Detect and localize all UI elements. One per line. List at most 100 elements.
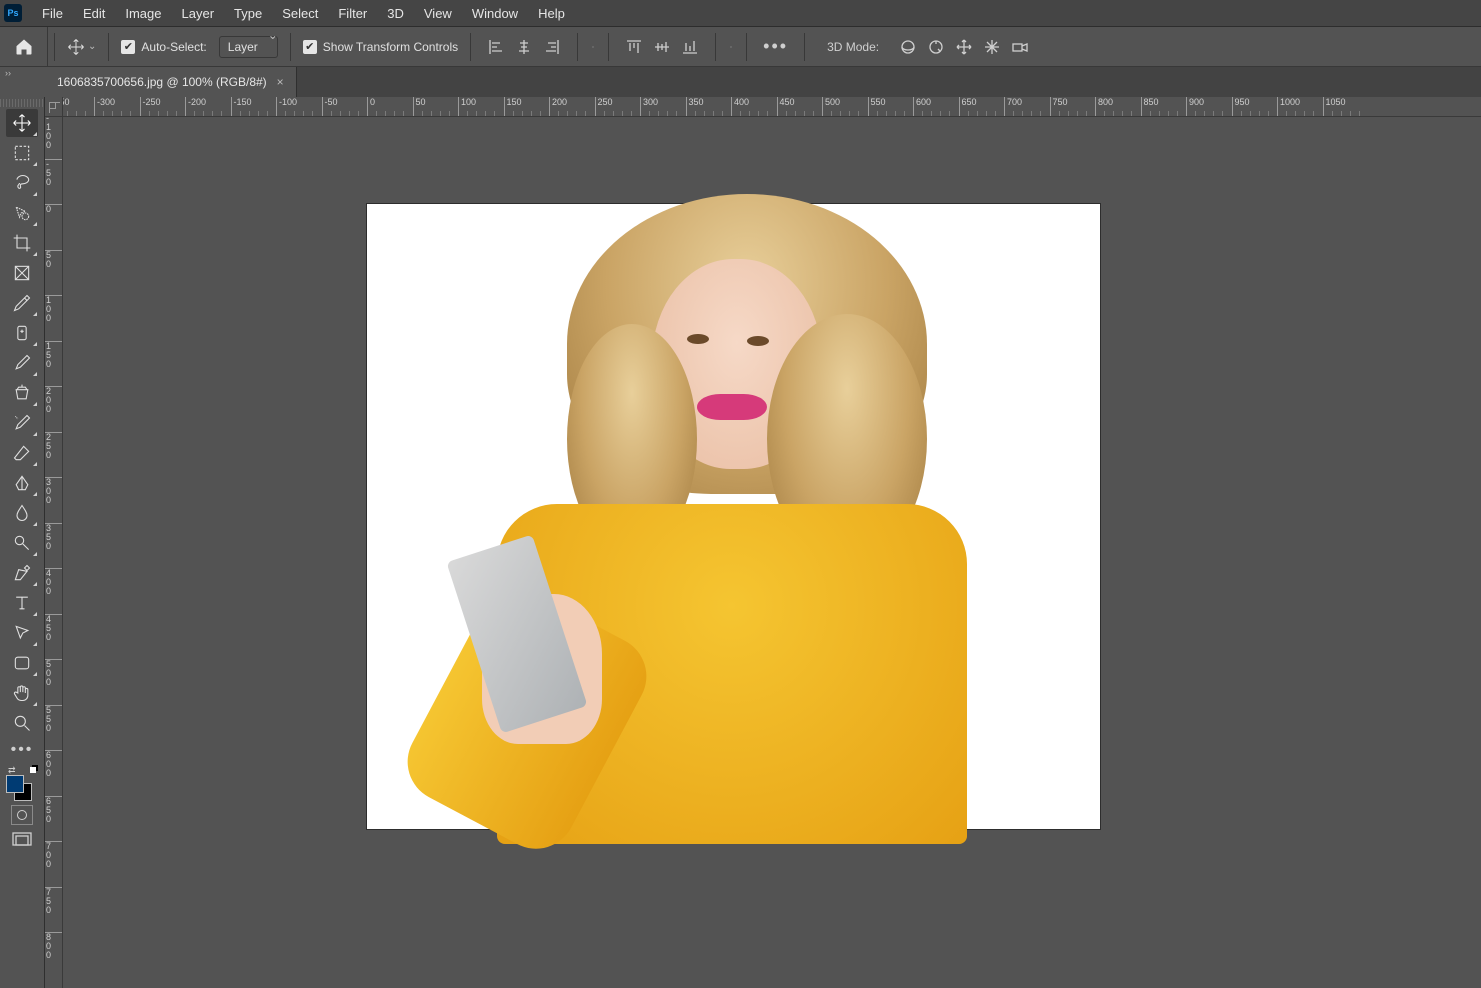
gradient-tool[interactable] <box>6 469 38 497</box>
options-bar: ⌄ ✔ Auto-Select: Layer ✔ Show Transform … <box>0 27 1481 67</box>
color-swatches[interactable]: ⇄ <box>6 765 38 799</box>
work-area: -350-300-250-200-150-100-500501001502002… <box>45 97 1481 988</box>
ruler-tick: 8 0 0 <box>45 932 63 960</box>
image-region-lips <box>697 394 767 420</box>
dodge-tool[interactable] <box>6 529 38 557</box>
align-left-icon[interactable] <box>487 38 505 56</box>
foreground-swatch[interactable] <box>6 775 24 793</box>
ruler-vertical[interactable]: - 1 0 0- 5 005 01 0 01 5 02 0 02 5 03 0 … <box>45 117 63 988</box>
photoshop-app-icon: Ps <box>4 4 22 22</box>
menu-layer[interactable]: Layer <box>172 0 225 27</box>
close-tab-button[interactable]: × <box>277 75 284 89</box>
clone-stamp-tool[interactable] <box>6 379 38 407</box>
separator <box>715 33 716 61</box>
menu-select[interactable]: Select <box>272 0 328 27</box>
document-canvas[interactable] <box>367 204 1100 829</box>
align-bottom-icon[interactable] <box>681 38 699 56</box>
healing-brush-tool[interactable] <box>6 319 38 347</box>
screen-mode-button[interactable] <box>9 829 35 851</box>
align-hcenter-icon[interactable] <box>515 38 533 56</box>
slide-3d-icon[interactable] <box>983 38 1001 56</box>
lasso-tool[interactable] <box>6 169 38 197</box>
align-horizontal-group <box>477 38 571 56</box>
ruler-tick: -50 <box>322 97 338 117</box>
move-tool[interactable] <box>6 109 38 137</box>
shape-tool[interactable] <box>6 649 38 677</box>
distribute-h-icon[interactable] <box>584 38 602 56</box>
ruler-tick: 7 0 0 <box>45 841 63 869</box>
blur-tool[interactable] <box>6 499 38 527</box>
ruler-tick: 4 0 0 <box>45 568 63 596</box>
menu-file[interactable]: File <box>32 0 73 27</box>
home-button[interactable] <box>0 27 48 67</box>
checkbox-checked-icon: ✔ <box>121 40 135 54</box>
eraser-tool[interactable] <box>6 439 38 467</box>
tools-panel: ••• ⇄ <box>0 97 45 988</box>
auto-select-label: Auto-Select: <box>141 40 206 54</box>
separator <box>804 33 805 61</box>
orbit-3d-icon[interactable] <box>899 38 917 56</box>
history-brush-tool[interactable] <box>6 409 38 437</box>
document-tab-title: 1606835700656.jpg @ 100% (RGB/8#) <box>57 75 267 89</box>
document-tab[interactable]: 1606835700656.jpg @ 100% (RGB/8#) × <box>45 67 297 97</box>
distribute-v-icon[interactable] <box>722 38 740 56</box>
separator <box>470 33 471 61</box>
auto-select-target-select[interactable]: Layer <box>219 36 278 58</box>
align-top-icon[interactable] <box>625 38 643 56</box>
menu-help[interactable]: Help <box>528 0 575 27</box>
camera-3d-icon[interactable] <box>1011 38 1029 56</box>
quick-select-tool[interactable] <box>6 199 38 227</box>
menu-type[interactable]: Type <box>224 0 272 27</box>
panel-collapse-handle[interactable]: ›› <box>0 67 16 79</box>
checkbox-checked-icon: ✔ <box>303 40 317 54</box>
menu-bar: Ps File Edit Image Layer Type Select Fil… <box>0 0 1481 27</box>
zoom-tool[interactable] <box>6 709 38 737</box>
home-icon <box>14 37 34 57</box>
menu-3d[interactable]: 3D <box>377 0 414 27</box>
menu-edit[interactable]: Edit <box>73 0 115 27</box>
quick-mask-button[interactable] <box>11 805 33 825</box>
menu-filter[interactable]: Filter <box>328 0 377 27</box>
ruler-horizontal[interactable]: -350-300-250-200-150-100-500501001502002… <box>63 97 1481 117</box>
auto-select-toggle[interactable]: ✔ Auto-Select: <box>115 27 212 67</box>
frame-tool[interactable] <box>6 259 38 287</box>
pen-tool[interactable] <box>6 559 38 587</box>
align-vcenter-icon[interactable] <box>653 38 671 56</box>
menu-image[interactable]: Image <box>115 0 171 27</box>
align-right-icon[interactable] <box>543 38 561 56</box>
separator <box>608 33 609 61</box>
ruler-tick: 1 5 0 <box>45 341 63 369</box>
show-transform-toggle[interactable]: ✔ Show Transform Controls <box>297 27 464 67</box>
ruler-tick: 6 0 0 <box>45 750 63 778</box>
type-tool[interactable] <box>6 589 38 617</box>
move-tool-indicator[interactable]: ⌄ <box>61 27 102 67</box>
default-colors-icon[interactable] <box>28 765 38 775</box>
edit-toolbar-button[interactable]: ••• <box>11 741 34 759</box>
ruler-tick: 6 5 0 <box>45 796 63 824</box>
brush-tool[interactable] <box>6 349 38 377</box>
separator <box>54 33 55 61</box>
marquee-tool[interactable] <box>6 139 38 167</box>
panel-grip[interactable] <box>0 99 44 107</box>
ruler-tick: 5 5 0 <box>45 705 63 733</box>
align-vertical-group <box>615 38 709 56</box>
roll-3d-icon[interactable] <box>927 38 945 56</box>
document-tab-strip: 1606835700656.jpg @ 100% (RGB/8#) × <box>45 67 1481 97</box>
ruler-tick: 3 5 0 <box>45 523 63 551</box>
eyedropper-tool[interactable] <box>6 289 38 317</box>
auto-select-target[interactable]: Layer <box>213 27 284 67</box>
ruler-tick: 7 5 0 <box>45 887 63 915</box>
ruler-tick: 5 0 <box>45 250 63 269</box>
path-select-tool[interactable] <box>6 619 38 647</box>
separator <box>108 33 109 61</box>
hand-tool[interactable] <box>6 679 38 707</box>
menu-window[interactable]: Window <box>462 0 528 27</box>
mode-3d-controls <box>889 38 1039 56</box>
canvas-viewport[interactable] <box>63 117 1481 988</box>
crop-tool[interactable] <box>6 229 38 257</box>
more-options-button[interactable]: ••• <box>753 36 798 57</box>
ruler-origin[interactable] <box>45 97 63 117</box>
menu-view[interactable]: View <box>414 0 462 27</box>
pan-3d-icon[interactable] <box>955 38 973 56</box>
ruler-tick: 2 5 0 <box>45 432 63 460</box>
